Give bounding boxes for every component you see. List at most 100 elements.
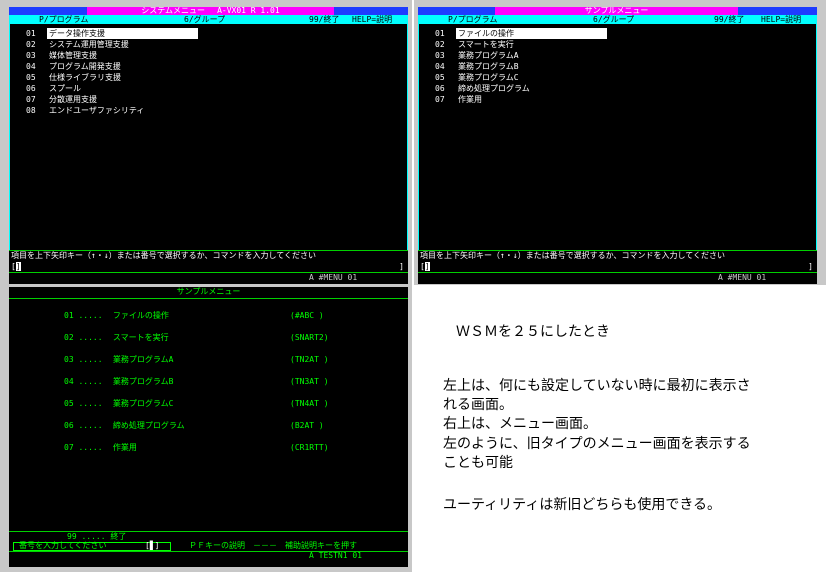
menu-list: 01 データ操作支援 02 システム運用管理支援 03 媒体管理支援 04 プログラム開… — [26, 28, 198, 116]
item-number: 07 — [64, 443, 74, 452]
item-number: 04 — [435, 62, 445, 71]
col-group-label: 6/グループ — [184, 15, 226, 24]
header-row: P/プログラム 6/グループ 99/終了 HELP=説明 — [9, 15, 408, 24]
item-label: スマートを実行 — [458, 40, 514, 49]
item-label: 仕様ライブラリ支援 — [49, 73, 121, 82]
item-number: 03 — [64, 355, 74, 364]
menu-item-02[interactable]: 02 システム運用管理支援 — [26, 39, 198, 50]
item-number: 01 — [435, 29, 445, 38]
command-cursor: ] — [424, 262, 430, 271]
help-label[interactable]: HELP=説明 — [352, 15, 392, 24]
menu-item-06[interactable]: 06 スプール — [26, 83, 198, 94]
item-label: システム運用管理支援 — [49, 40, 129, 49]
item-dots: ..... — [78, 355, 103, 364]
item-number: 01 — [26, 29, 36, 38]
terminal-screen: サンプルメニュー 01 ..... ファイルの操作 (#ABC ) 02 ....… — [9, 287, 408, 567]
instruction-text: 項目を上下矢印キー（↑・↓）または番号で選択するか、コマンドを入力してください — [11, 251, 316, 260]
notes-heading: ＷＳＭを２５にしたとき — [456, 324, 610, 340]
note-line: ことも可能 — [443, 455, 513, 471]
item-number: 06 — [26, 84, 36, 93]
note-line: 右上は、メニュー画面。 — [443, 416, 597, 432]
item-number: 08 — [26, 106, 36, 115]
menu-item-05[interactable]: 05 仕様ライブラリ支援 — [26, 72, 198, 83]
command-cursor: ] — [15, 262, 21, 271]
window-title: サンプルメニュー — [176, 287, 241, 296]
item-label: ファイルの操作 — [456, 28, 607, 39]
pf-key-help: ＰＦキーの説明 －－－ 補助説明キーを押す — [189, 541, 357, 550]
item-label: 締め処理プログラム — [112, 421, 185, 430]
item-number: 04 — [64, 377, 74, 386]
status-text: A #MENU 01 — [309, 273, 358, 282]
menu-item-08[interactable]: 08 エンドユーザファシリティ — [26, 105, 198, 116]
command-line[interactable]: [] ] — [11, 262, 404, 271]
number-input[interactable]: [▋] — [145, 541, 159, 551]
top-right-window: サンプルメニュー P/プログラム 6/グループ 99/終了 HELP=説明 01… — [414, 0, 826, 285]
command-line[interactable]: [] ] — [420, 262, 813, 271]
menu-item-01[interactable]: 01 ..... ファイルの操作 (#ABC ) — [64, 311, 324, 321]
title-text: システムメニュー — [141, 7, 206, 15]
menu-item-03[interactable]: 03 業務プログラムA — [435, 50, 607, 61]
col-program-label: P/プログラム — [39, 15, 89, 24]
item-code: (TN3AT ) — [290, 377, 329, 386]
item-number: 03 — [26, 51, 36, 60]
item-label: データ操作支援 — [47, 28, 198, 39]
window-title: システムメニュー A-VX01 R 1.01 — [87, 7, 334, 15]
item-number: 07 — [26, 95, 36, 104]
menu-item-03[interactable]: 03 媒体管理支援 — [26, 50, 198, 61]
item-number: 06 — [435, 84, 445, 93]
exit-label[interactable]: 99/終了 — [309, 15, 339, 24]
status-line: A #MENU 01 — [9, 273, 408, 282]
item-dots: ..... — [78, 333, 103, 342]
item-code: (CR1RTT) — [290, 443, 329, 452]
menu-item-03[interactable]: 03 ..... 業務プログラムA (TN2AT ) — [64, 355, 329, 365]
item-label: 媒体管理支援 — [49, 51, 97, 60]
item-number: 02 — [26, 40, 36, 49]
menu-item-02[interactable]: 02 スマートを実行 — [435, 39, 607, 50]
item-number: 02 — [435, 40, 445, 49]
item-label: スマートを実行 — [112, 333, 169, 342]
menu-item-04[interactable]: 04 プログラム開発支援 — [26, 61, 198, 72]
item-number: 07 — [435, 95, 445, 104]
item-number: 05 — [64, 399, 74, 408]
help-label[interactable]: HELP=説明 — [761, 15, 801, 24]
exit-label[interactable]: 99/終了 — [714, 15, 744, 24]
status-text: A #MENU 01 — [718, 273, 767, 282]
item-label: 業務プログラムC — [458, 73, 519, 82]
title-text: サンプルメニュー — [584, 7, 649, 15]
command-close-bracket: ] — [399, 262, 404, 271]
divider — [9, 298, 408, 299]
menu-item-07[interactable]: 07 分散運用支援 — [26, 94, 198, 105]
col-program-label: P/プログラム — [448, 15, 498, 24]
menu-item-07[interactable]: 07 ..... 作業用 (CR1RTT) — [64, 443, 329, 453]
right-border — [407, 24, 408, 250]
menu-item-06[interactable]: 06 締め処理プログラム — [435, 83, 607, 94]
status-line: A #MENU 01 — [418, 273, 817, 282]
menu-item-04[interactable]: 04 ..... 業務プログラムB (TN3AT ) — [64, 377, 329, 387]
menu-list: 01 ファイルの操作 02 スマートを実行 03 業務プログラムA 04 業務プログラム… — [435, 28, 607, 105]
menu-item-05[interactable]: 05 ..... 業務プログラムC (TN4AT ) — [64, 399, 329, 409]
right-border — [816, 24, 817, 250]
note-line: れる画面。 — [443, 397, 513, 413]
item-label: 作業用 — [458, 95, 482, 104]
window-title: サンプルメニュー — [495, 7, 738, 15]
status-text: A TESTN1 01 — [309, 551, 362, 560]
menu-item-07[interactable]: 07 作業用 — [435, 94, 607, 105]
menu-item-01[interactable]: 01 データ操作支援 — [26, 28, 198, 39]
item-number: 03 — [435, 51, 445, 60]
menu-item-06[interactable]: 06 ..... 締め処理プログラム (B2AT ) — [64, 421, 324, 431]
command-close-bracket: ] — [808, 262, 813, 271]
item-number: 06 — [64, 421, 74, 430]
note-line: 左のように、旧タイプのメニュー画面を表示する — [443, 436, 751, 452]
menu-item-04[interactable]: 04 業務プログラムB — [435, 61, 607, 72]
item-number: 02 — [64, 333, 74, 342]
note-line: 左上は、何にも設定していない時に最初に表示さ — [443, 378, 751, 394]
menu-item-01[interactable]: 01 ファイルの操作 — [435, 28, 607, 39]
note-line: ユーティリティは新旧どちらも使用できる。 — [443, 497, 722, 513]
item-label: エンドユーザファシリティ — [49, 106, 145, 115]
item-label: 業務プログラムB — [112, 377, 174, 386]
item-code: (TN2AT ) — [290, 355, 329, 364]
menu-item-05[interactable]: 05 業務プログラムC — [435, 72, 607, 83]
item-number: 04 — [26, 62, 36, 71]
menu-item-02[interactable]: 02 ..... スマートを実行 (SNART2) — [64, 333, 329, 343]
left-border — [9, 24, 10, 250]
